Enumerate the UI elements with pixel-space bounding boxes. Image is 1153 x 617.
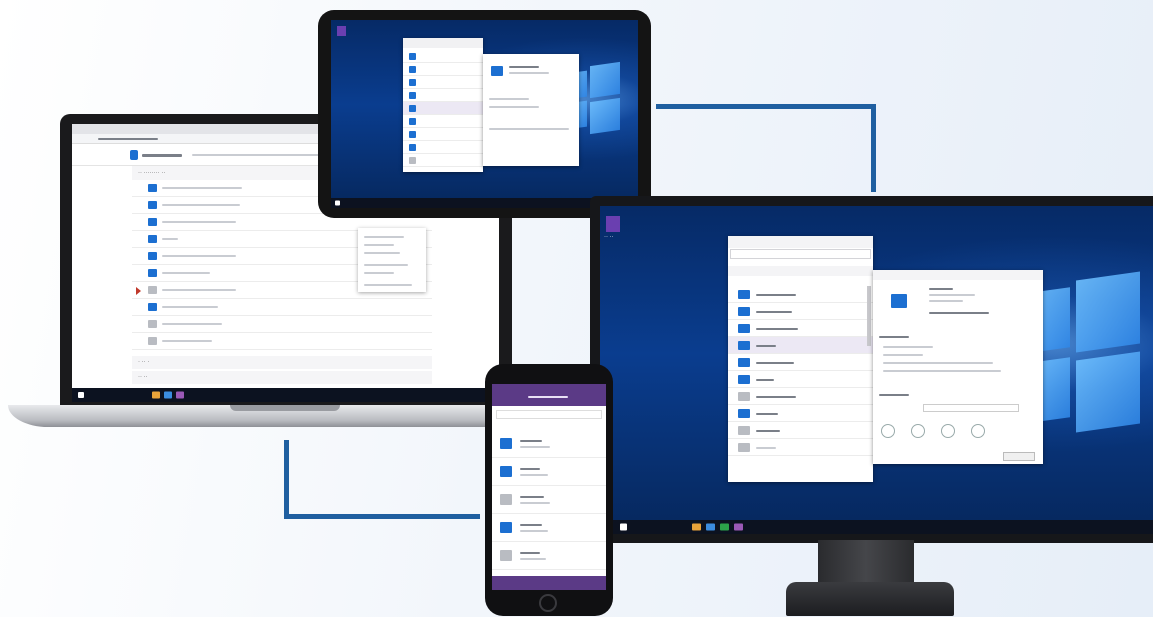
monitor-stand	[786, 582, 954, 616]
tablet-screen	[331, 20, 638, 208]
phone-search-input[interactable]	[496, 410, 602, 419]
ok-button[interactable]	[1003, 452, 1035, 461]
list-item[interactable]	[492, 458, 606, 486]
list-item[interactable]	[728, 354, 873, 371]
expand-arrow-icon[interactable]	[136, 287, 141, 295]
action-button[interactable]	[941, 424, 955, 438]
phone-app-header	[492, 384, 606, 406]
section-label: ·· ········ ··	[138, 170, 166, 176]
scrollbar[interactable]	[867, 286, 871, 346]
phone-bottom-bar	[492, 576, 606, 590]
start-icon[interactable]	[620, 523, 627, 531]
list-item[interactable]	[728, 320, 873, 337]
monitor-screen: ·· ··	[600, 206, 1153, 534]
monitor-taskbar	[600, 520, 1153, 534]
monitor-detail-window[interactable]	[873, 270, 1043, 464]
connector-line-tablet-down	[871, 104, 876, 192]
phone-screen	[492, 384, 606, 590]
laptop-notch	[230, 405, 340, 411]
list-item[interactable]	[728, 371, 873, 388]
action-button[interactable]	[881, 424, 895, 438]
tablet-detail-window[interactable]	[483, 54, 579, 166]
group-a[interactable]: · ·· ·	[132, 356, 432, 369]
desktop-app-icon[interactable]	[337, 26, 346, 36]
list-item[interactable]	[492, 430, 606, 458]
list-item[interactable]	[492, 514, 606, 542]
window-titlebar	[728, 236, 873, 248]
list-item[interactable]	[728, 303, 873, 320]
list-item[interactable]	[132, 299, 432, 316]
list-item[interactable]	[728, 388, 873, 405]
list-item[interactable]	[728, 422, 873, 439]
select-dropdown[interactable]	[923, 404, 1019, 412]
app-logo-icon	[130, 150, 138, 160]
connector-line-tablet-right	[656, 104, 876, 109]
phone-home-button[interactable]	[539, 594, 557, 612]
connector-line-to-phone	[284, 514, 480, 519]
action-button[interactable]	[971, 424, 985, 438]
context-menu[interactable]	[358, 228, 426, 292]
list-item[interactable]	[132, 333, 432, 350]
list-item[interactable]	[728, 286, 873, 303]
start-icon[interactable]	[78, 392, 84, 398]
monitor-device-list-window[interactable]	[728, 236, 873, 482]
connector-line-laptop-down	[284, 440, 289, 518]
list-item[interactable]	[492, 542, 606, 570]
desktop-icon-label: ·· ··	[604, 234, 614, 240]
search-input[interactable]	[730, 249, 871, 259]
tablet-device-list-window[interactable]	[403, 38, 483, 172]
group-b[interactable]: ·· ··	[132, 371, 432, 384]
monitor-neck	[818, 540, 914, 584]
list-item[interactable]	[132, 316, 432, 333]
list-item[interactable]	[728, 337, 873, 354]
laptop-taskbar	[72, 388, 499, 402]
action-button[interactable]	[911, 424, 925, 438]
list-item[interactable]	[728, 405, 873, 422]
desktop-app-icon[interactable]	[606, 216, 620, 232]
list-item[interactable]	[728, 439, 873, 456]
device-icon	[891, 294, 907, 308]
list-item[interactable]	[492, 486, 606, 514]
